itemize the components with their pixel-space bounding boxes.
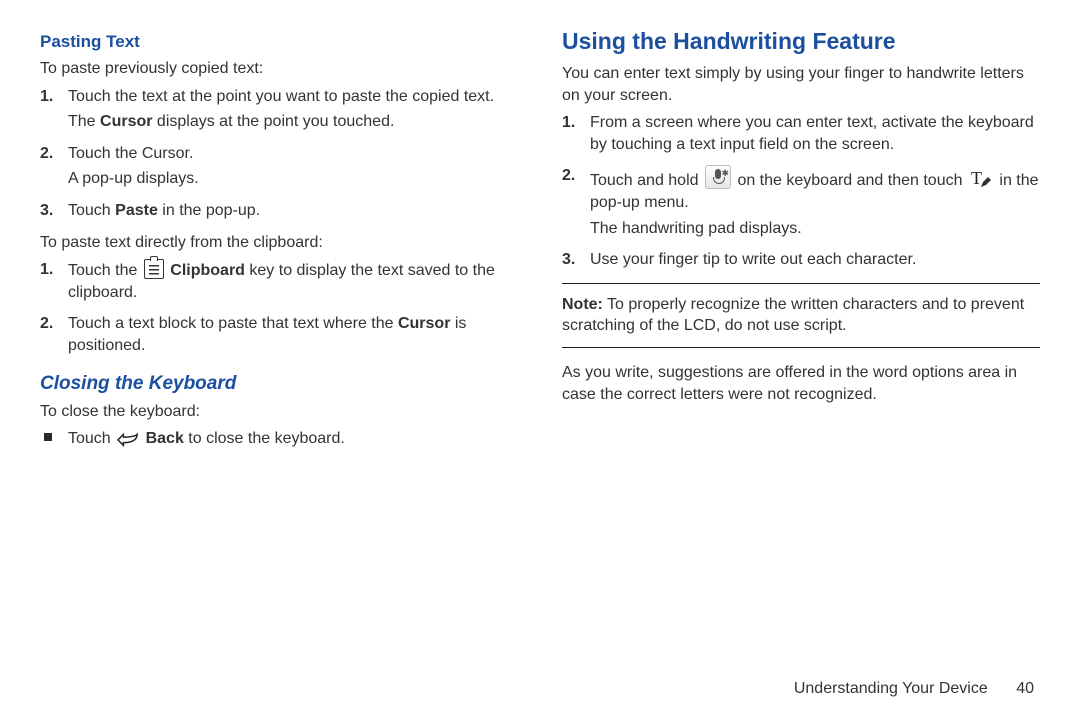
step-number: 3.	[40, 200, 53, 222]
heading-closing-keyboard: Closing the Keyboard	[40, 373, 518, 395]
note-box: Note: To properly recognize the written …	[562, 283, 1040, 348]
step-text: Touch a text block to paste that text wh…	[68, 315, 466, 354]
step-number: 1.	[40, 86, 53, 108]
bold-text: Paste	[115, 202, 158, 219]
step-sub: The handwriting pad displays.	[590, 218, 1040, 240]
step-text: Touch the text at the point you want to …	[68, 88, 494, 105]
after-note-text: As you write, suggestions are offered in…	[562, 362, 1040, 405]
step-number: 3.	[562, 249, 575, 271]
text: to close the keyboard.	[184, 430, 345, 447]
list-item: 3. Use your finger tip to write out each…	[590, 249, 1040, 271]
text: in the pop-up.	[158, 202, 260, 219]
text: displays at the point you touched.	[152, 113, 394, 130]
step-sub: A pop-up displays.	[68, 168, 518, 190]
step-number: 1.	[562, 112, 575, 134]
footer-section: Understanding Your Device	[794, 680, 988, 697]
list-item: 3. Touch Paste in the pop-up.	[68, 200, 518, 222]
closing-bullet-list: Touch Back to close the keyboard.	[40, 428, 518, 454]
text: Touch and hold	[590, 172, 703, 189]
list-item: 2. Touch and hold ✱ on the keyboard and …	[590, 165, 1040, 239]
step-number: 2.	[562, 165, 575, 187]
step-number: 1.	[40, 259, 53, 281]
paste-intro: To paste previously copied text:	[40, 58, 518, 80]
text: on the keyboard and then touch	[737, 172, 967, 189]
list-item: 1. From a screen where you can enter tex…	[590, 112, 1040, 155]
step-text: From a screen where you can enter text, …	[590, 114, 1034, 153]
handwriting-intro: You can enter text simply by using your …	[562, 63, 1040, 106]
back-icon	[117, 431, 139, 454]
text: Touch	[68, 430, 115, 447]
bold-text: Clipboard	[170, 262, 245, 279]
bold-text: Cursor	[398, 315, 450, 332]
step-text: Touch Paste in the pop-up.	[68, 202, 260, 219]
step-number: 2.	[40, 313, 53, 335]
clipboard-icon	[144, 259, 164, 279]
clipboard-intro: To paste text directly from the clipboar…	[40, 232, 518, 254]
text: Touch a text block to paste that text wh…	[68, 315, 398, 332]
step-sub: The Cursor displays at the point you tou…	[68, 111, 518, 133]
clipboard-steps-list: 1. Touch the Clipboard key to display th…	[40, 259, 518, 356]
text: The	[68, 113, 100, 130]
list-item: Touch Back to close the keyboard.	[68, 428, 518, 454]
step-number: 2.	[40, 143, 53, 165]
page-number: 40	[1016, 680, 1034, 697]
list-item: 1. Touch the text at the point you want …	[68, 86, 518, 133]
note-label: Note:	[562, 296, 603, 313]
bold-text: Back	[146, 430, 184, 447]
note-text: Note: To properly recognize the written …	[562, 294, 1040, 337]
closing-intro: To close the keyboard:	[40, 401, 518, 423]
text: Touch the	[68, 262, 142, 279]
text: To properly recognize the written charac…	[562, 296, 1024, 335]
paste-steps-list: 1. Touch the text at the point you want …	[40, 86, 518, 222]
text: Touch	[68, 202, 115, 219]
list-item: 2. Touch the Cursor. A pop-up displays.	[68, 143, 518, 190]
list-item: 1. Touch the Clipboard key to display th…	[68, 259, 518, 303]
mic-settings-icon: ✱	[705, 165, 731, 189]
bold-text: Cursor	[100, 113, 152, 130]
heading-pasting-text: Pasting Text	[40, 32, 518, 52]
heading-handwriting: Using the Handwriting Feature	[562, 28, 1040, 55]
step-text: Use your finger tip to write out each ch…	[590, 251, 916, 268]
step-text: Touch the Clipboard key to display the t…	[68, 262, 495, 301]
handwriting-icon: T	[969, 167, 993, 189]
page-footer: Understanding Your Device 40	[794, 680, 1034, 698]
step-text: Touch the Cursor.	[68, 145, 193, 162]
list-item: 2. Touch a text block to paste that text…	[68, 313, 518, 356]
handwriting-steps-list: 1. From a screen where you can enter tex…	[562, 112, 1040, 271]
step-text: Touch and hold ✱ on the keyboard and the…	[590, 172, 1039, 211]
